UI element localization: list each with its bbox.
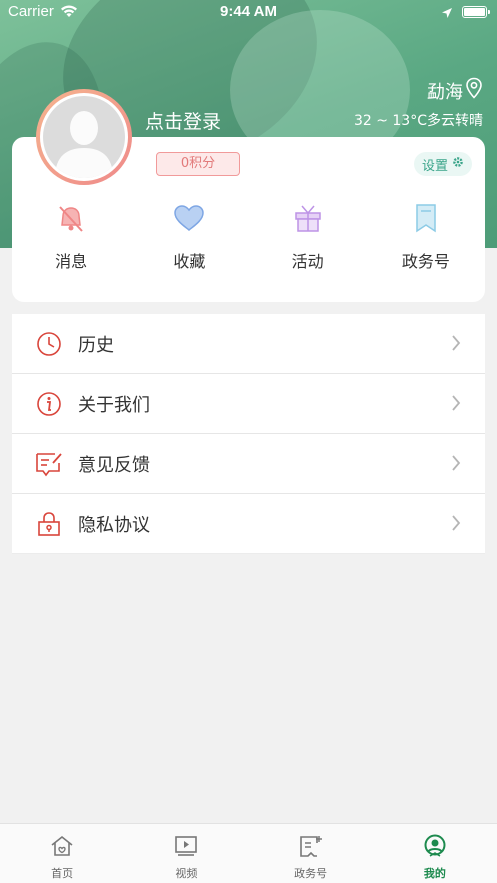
bell-muted-icon: [53, 200, 89, 236]
menu-item-privacy[interactable]: 隐私协议: [12, 494, 485, 554]
info-icon: [34, 389, 64, 419]
menu-item-label: 关于我们: [78, 394, 150, 416]
default-avatar-icon: [43, 96, 125, 178]
home-icon: [49, 834, 75, 862]
bottom-tab-bar: 首页 视频 政务号 我的: [0, 823, 497, 883]
tab-mine[interactable]: 我的: [373, 824, 497, 883]
heart-icon: [171, 200, 207, 236]
video-icon: [173, 834, 199, 862]
tab-home[interactable]: 首页: [0, 824, 124, 883]
tab-gov[interactable]: 政务号: [249, 824, 373, 883]
gov-icon: [298, 834, 324, 862]
menu-item-label: 隐私协议: [78, 514, 150, 536]
settings-label: 设置: [422, 158, 449, 174]
bookmark-icon: [408, 200, 444, 236]
quick-action-favorites[interactable]: 收藏: [130, 200, 248, 280]
quick-actions: 消息 收藏 活动 政务号: [12, 200, 485, 280]
tab-label: 视频: [175, 867, 198, 880]
weather-summary: 32 ~ 13°C多云转晴: [353, 113, 483, 129]
status-bar: Carrier 9:44 AM: [0, 0, 497, 24]
clock-icon: [34, 329, 64, 359]
menu-item-label: 意见反馈: [78, 454, 150, 476]
battery-icon: [462, 6, 490, 18]
quick-action-label: 活动: [291, 252, 324, 271]
tab-label: 首页: [51, 867, 74, 880]
location-arrow-icon: [441, 5, 453, 23]
tab-video[interactable]: 视频: [124, 824, 248, 883]
points-badge[interactable]: 0积分: [156, 152, 240, 176]
clock-time: 9:44 AM: [220, 3, 277, 20]
chevron-right-icon: [451, 334, 461, 356]
menu-item-label: 历史: [78, 334, 114, 356]
gift-icon: [290, 200, 326, 236]
chevron-right-icon: [451, 514, 461, 536]
location-pin-icon: [465, 77, 483, 104]
login-link[interactable]: 点击登录: [145, 107, 221, 134]
menu-item-history[interactable]: 历史: [12, 314, 485, 374]
menu-item-feedback[interactable]: 意见反馈: [12, 434, 485, 494]
quick-action-label: 政务号: [401, 252, 450, 271]
tab-label: 我的: [423, 867, 446, 880]
quick-action-label: 消息: [55, 252, 88, 271]
lock-icon: [34, 509, 64, 539]
tab-label: 政务号: [294, 867, 328, 880]
gear-icon: [452, 156, 464, 172]
chevron-right-icon: [451, 454, 461, 476]
city-name: 勐海: [427, 81, 463, 103]
quick-action-activities[interactable]: 活动: [249, 200, 367, 280]
avatar[interactable]: [36, 89, 132, 185]
quick-action-gov[interactable]: 政务号: [367, 200, 485, 280]
profile-icon: [422, 834, 448, 862]
menu-item-about[interactable]: 关于我们: [12, 374, 485, 434]
feedback-icon: [34, 449, 64, 479]
weather-city[interactable]: 勐海: [427, 77, 483, 104]
menu-list: 历史 关于我们 意见反馈 隐私协议: [12, 314, 485, 554]
chevron-right-icon: [451, 394, 461, 416]
settings-button[interactable]: 设置: [414, 152, 473, 176]
quick-action-label: 收藏: [173, 252, 206, 271]
quick-action-messages[interactable]: 消息: [12, 200, 130, 280]
